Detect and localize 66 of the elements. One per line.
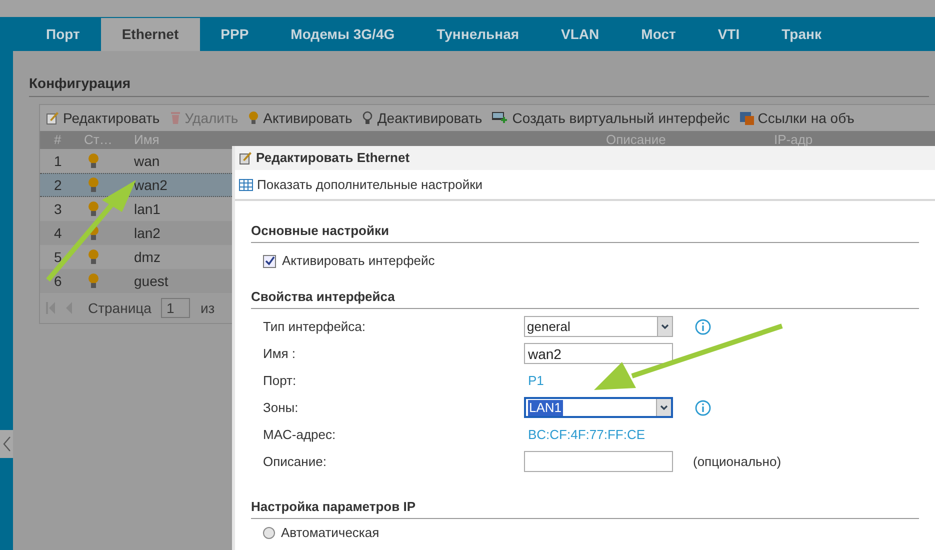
table-cell-text: 5 [53, 248, 63, 266]
section-title: Основные настройки [251, 223, 919, 243]
monitor-plus-icon [492, 112, 508, 124]
checkbox[interactable] [263, 254, 276, 268]
table-cell-text: wan2 [134, 176, 168, 194]
dropdown[interactable]: LAN1 [524, 397, 673, 418]
tab[interactable]: PPP [200, 18, 270, 51]
info-icon[interactable] [695, 400, 711, 416]
tab[interactable]: Ethernet [100, 18, 200, 51]
toolbar-button[interactable]: Редактировать [46, 108, 160, 128]
field-label: Порт: [263, 372, 298, 388]
info-icon[interactable] [695, 318, 711, 334]
input-field[interactable]: wan2 [524, 343, 673, 364]
tab[interactable]: Порт [25, 18, 101, 51]
advanced-settings-link[interactable]: Показать дополнительные настройки [257, 176, 483, 192]
pager-label: из [200, 298, 215, 318]
window-icon [740, 112, 754, 124]
pencil-icon [239, 151, 252, 165]
field-value: BC:CF:4F:77:FF:CE [527, 426, 646, 442]
table-cell-text: 2 [53, 176, 63, 194]
trash-icon [170, 111, 181, 125]
dialog-title: Редактировать Ethernet [256, 150, 410, 166]
table-cell-text: 1 [53, 152, 63, 170]
caret-icon[interactable] [656, 399, 671, 416]
table-cell-text: 3 [53, 200, 63, 218]
table-cell-text: 4 [53, 224, 63, 242]
tab[interactable]: Мост [620, 18, 697, 51]
table-cell-text: wan [134, 152, 160, 170]
toolbar-button[interactable]: Активировать [248, 108, 352, 128]
field-label: Имя : [263, 346, 297, 362]
field-label: Тип интерфейса: [263, 318, 367, 334]
bulb-icon [248, 110, 260, 126]
tab[interactable]: Туннельная [416, 18, 540, 51]
hint-text: (опционально) [693, 454, 782, 470]
field-value: P1 [527, 372, 545, 388]
radio-button[interactable] [263, 527, 275, 539]
table-cell-text: 6 [53, 272, 63, 290]
table-icon [239, 178, 253, 190]
section-title: Конфигурация [29, 73, 929, 97]
checkbox-label: Активировать интерфейс [282, 253, 435, 269]
bulb-icon [362, 110, 374, 126]
field-label: Зоны: [263, 400, 300, 416]
tab[interactable]: Транк [760, 18, 842, 51]
toolbar-button[interactable]: Деактивировать [362, 108, 482, 128]
chevron-left-icon [2, 436, 10, 452]
section-title: Настройка параметров IP [251, 499, 919, 519]
pencil-icon [46, 111, 59, 125]
tab[interactable]: Модемы 3G/4G [270, 18, 416, 51]
section-title: Свойства интерфейса [251, 289, 919, 309]
pager-label: Страница [88, 298, 152, 318]
field-label: Описание: [263, 454, 328, 470]
field-label: MAC-адрес: [263, 426, 337, 442]
tab[interactable]: VLAN [540, 18, 620, 51]
dropdown[interactable]: general [524, 316, 673, 337]
toolbar-button[interactable]: Создать виртуальный интерфейс [492, 108, 730, 128]
page-field[interactable]: 1 [161, 298, 190, 318]
input-field[interactable] [524, 451, 673, 472]
radio-label: Автоматическая [281, 525, 380, 541]
table-cell-text: lan1 [134, 200, 160, 218]
collapse-button[interactable] [0, 430, 13, 458]
table-cell-text: guest [134, 272, 168, 291]
toolbar-button[interactable]: Ссылки на объ [740, 108, 854, 128]
table-cell-text: dmz [134, 248, 160, 266]
table-cell-text: lan2 [134, 224, 160, 242]
tab[interactable]: VTI [696, 18, 761, 51]
caret-icon[interactable] [657, 317, 672, 336]
